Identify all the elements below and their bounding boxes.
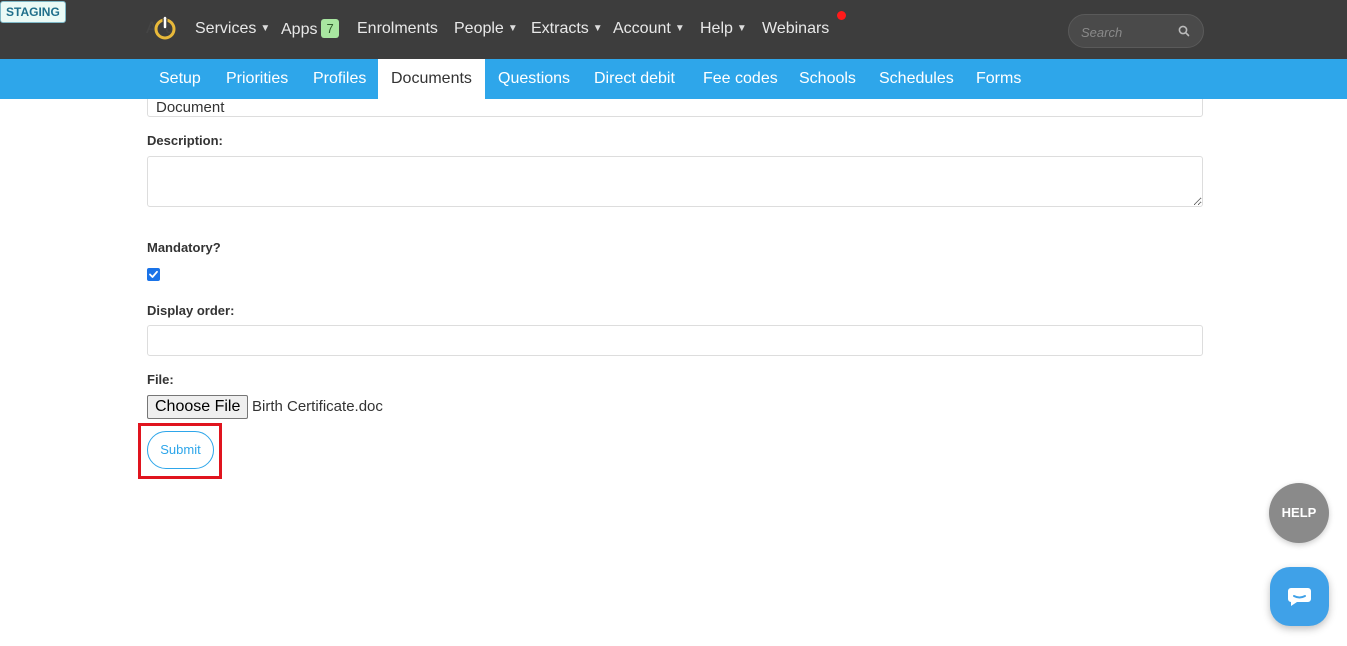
chevron-down-icon: ▼ [674,23,685,34]
tab-schedules[interactable]: Schedules [879,59,954,99]
mandatory-checkbox[interactable] [147,268,160,281]
display-order-input[interactable] [147,325,1203,356]
tab-direct-debit[interactable]: Direct debit [594,59,675,99]
submit-button[interactable]: Submit [147,431,214,469]
help-bubble-button[interactable]: HELP [1269,483,1329,543]
chat-launcher-button[interactable] [1270,567,1329,626]
logo-icon[interactable] [153,16,177,40]
nav-apps[interactable]: Apps 7 [281,19,339,39]
nav-services[interactable]: Services ▼ [195,20,270,38]
tab-forms[interactable]: Forms [976,59,1021,99]
description-textarea[interactable] [147,156,1203,207]
tab-fee-codes[interactable]: Fee codes [703,59,778,99]
tab-setup[interactable]: Setup [159,59,201,99]
tab-priorities[interactable]: Priorities [226,59,288,99]
checkmark-icon [149,270,158,278]
chevron-down-icon: ▼ [592,23,603,34]
tab-schools[interactable]: Schools [799,59,856,99]
tab-documents[interactable]: Documents [378,59,485,99]
top-navbar: A d Services ▼ Apps 7 Enrolments People ▼ E… [0,0,1347,59]
mandatory-label: Mandatory? [147,240,221,255]
search-box[interactable] [1068,14,1204,48]
nav-account[interactable]: Account ▼ [613,20,685,38]
search-icon[interactable] [1177,24,1191,38]
search-input[interactable] [1079,22,1171,42]
nav-help[interactable]: Help ▼ [700,20,747,38]
nav-enrolments[interactable]: Enrolments [357,20,438,38]
tab-questions[interactable]: Questions [498,59,570,99]
settings-subnav: Setup Priorities Profiles Documents Ques… [0,59,1347,99]
chevron-down-icon: ▼ [260,23,271,34]
environment-badge: STAGING [0,1,66,23]
apps-count-badge: 7 [321,19,339,38]
file-label: File: [147,372,174,387]
selected-file-name: Birth Certificate.doc [252,398,383,415]
tab-profiles[interactable]: Profiles [313,59,366,99]
display-order-label: Display order: [147,303,235,318]
chat-icon [1288,588,1311,606]
chevron-down-icon: ▼ [736,23,747,34]
chevron-down-icon: ▼ [507,23,518,34]
description-label: Description: [147,133,223,148]
nav-extracts[interactable]: Extracts ▼ [531,20,603,38]
nav-webinars[interactable]: Webinars [762,20,829,38]
choose-file-button[interactable]: Choose File [147,395,249,419]
nav-people[interactable]: People ▼ [454,20,518,38]
notification-dot [837,11,846,20]
